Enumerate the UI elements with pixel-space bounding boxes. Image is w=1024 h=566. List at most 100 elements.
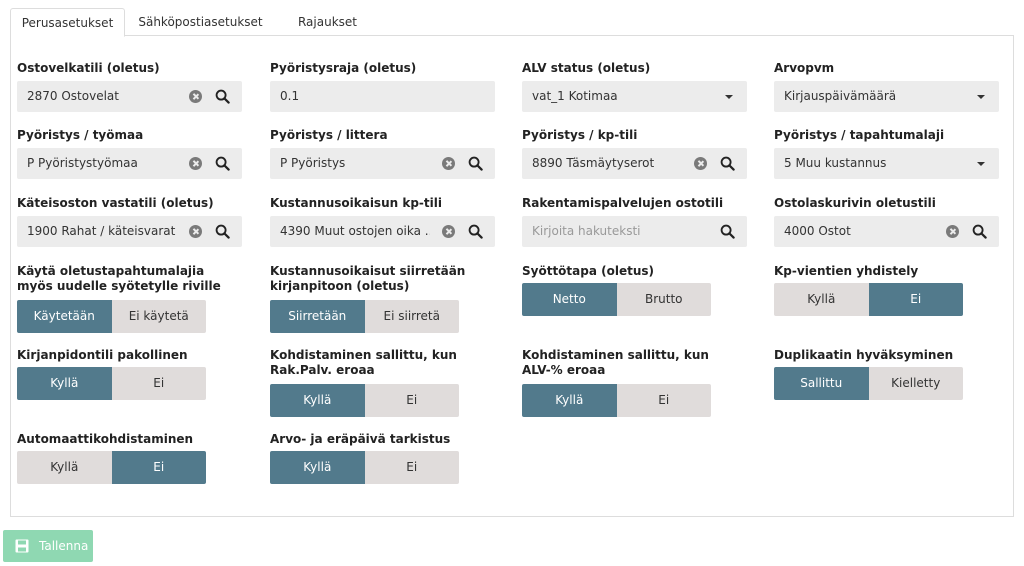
- pyoristysraja-value: 0.1: [280, 89, 300, 103]
- arvopvm-label: Arvopvm: [774, 61, 835, 75]
- duplikaatin-label: Duplikaatin hyväksyminen: [774, 348, 954, 362]
- syottotapa-toggle: Netto Brutto: [522, 283, 711, 316]
- kohdistaminen-rak-option-kylla[interactable]: Kyllä: [270, 384, 365, 417]
- pyoristys-kptili-value: 8890 Täsmäytyserot: [532, 156, 655, 170]
- kohdistaminen-rak-toggle: Kyllä Ei: [270, 384, 459, 417]
- syottotapa-option-netto[interactable]: Netto: [522, 283, 617, 316]
- clear-icon[interactable]: [189, 90, 202, 103]
- kayta-oletus-label: Käytä oletustapahtumalajia myös uudelle …: [17, 264, 221, 293]
- tab-perusasetukset[interactable]: Perusasetukset: [10, 8, 125, 37]
- kohdistaminen-alv-option-kylla[interactable]: Kyllä: [522, 384, 617, 417]
- kateisoston-vastatili-value: 1900 Rahat / käteisvarat: [27, 224, 176, 238]
- clear-icon[interactable]: [189, 225, 202, 238]
- ostovelkatili-field[interactable]: 2870 Ostovelat: [17, 81, 242, 112]
- clear-icon[interactable]: [189, 157, 202, 170]
- kp-vientien-label: Kp-vientien yhdistely: [774, 264, 919, 278]
- search-icon[interactable]: [468, 224, 483, 239]
- automaatti-option-ei[interactable]: Ei: [111, 451, 206, 484]
- kustannusoikaisut-option-siirretaan[interactable]: Siirretään: [270, 300, 365, 333]
- kirjanpitotili-option-ei[interactable]: Ei: [111, 367, 206, 400]
- pyoristys-tyomaa-label: Pyöristys / työmaa: [17, 128, 144, 142]
- ostovelkatili-value: 2870 Ostovelat: [27, 89, 119, 103]
- kp-vientien-toggle: Kyllä Ei: [774, 283, 963, 316]
- kirjanpitotili-option-kylla[interactable]: Kyllä: [17, 367, 112, 400]
- kayta-oletus-option-ei-kayteta[interactable]: Ei käytetä: [111, 300, 206, 333]
- rakentamispalvelujen-ostotili-search[interactable]: Kirjoita hakuteksti: [522, 216, 747, 247]
- duplikaatin-option-kielletty[interactable]: Kielletty: [868, 367, 963, 400]
- syottotapa-label: Syöttötapa (oletus): [522, 264, 655, 278]
- tab-sahkopostiasetukset[interactable]: Sähköpostiasetukset: [128, 8, 273, 37]
- ostolaskurivin-oletustili-value: 4000 Ostot: [784, 224, 851, 238]
- pyoristys-littera-field[interactable]: P Pyöristys: [270, 148, 495, 179]
- arvo-erapaiva-option-kylla[interactable]: Kyllä: [270, 451, 365, 484]
- pyoristys-tyomaa-value: P Pyöristystyömaa: [27, 156, 138, 170]
- pyoristys-tapahtumalaji-value: 5 Muu kustannus: [784, 156, 887, 170]
- kustannusoikaisut-option-ei-siirreta[interactable]: Ei siirretä: [364, 300, 459, 333]
- clear-icon[interactable]: [694, 157, 707, 170]
- search-icon[interactable]: [215, 89, 230, 104]
- search-icon[interactable]: [468, 156, 483, 171]
- floppy-disk-icon: [15, 539, 29, 553]
- automaatti-toggle: Kyllä Ei: [17, 451, 206, 484]
- pyoristys-tapahtumalaji-select[interactable]: 5 Muu kustannus: [774, 148, 999, 179]
- arvo-erapaiva-option-ei[interactable]: Ei: [364, 451, 459, 484]
- ostolaskurivin-oletustili-field[interactable]: 4000 Ostot: [774, 216, 999, 247]
- search-icon[interactable]: [215, 224, 230, 239]
- duplikaatin-option-sallittu[interactable]: Sallittu: [774, 367, 869, 400]
- pyoristysraja-label: Pyöristysraja (oletus): [270, 61, 417, 75]
- kateisoston-vastatili-field[interactable]: 1900 Rahat / käteisvarat: [17, 216, 242, 247]
- syottotapa-option-brutto[interactable]: Brutto: [616, 283, 711, 316]
- kustannusoikaisun-kptili-value: 4390 Muut ostojen oika ...: [280, 224, 430, 238]
- kp-vientien-option-kylla[interactable]: Kyllä: [774, 283, 869, 316]
- arvopvm-select[interactable]: Kirjauspäivämäärä: [774, 81, 999, 112]
- arvo-erapaiva-label: Arvo- ja eräpäivä tarkistus: [270, 432, 451, 446]
- clear-icon[interactable]: [946, 225, 959, 238]
- pyoristys-tapahtumalaji-label: Pyöristys / tapahtumalaji: [774, 128, 945, 142]
- kustannusoikaisut-label: Kustannusoikaisut siirretään kirjanpitoo…: [270, 264, 466, 293]
- arvopvm-value: Kirjauspäivämäärä: [784, 89, 897, 103]
- kohdistaminen-rak-option-ei[interactable]: Ei: [364, 384, 459, 417]
- duplikaatin-toggle: Sallittu Kielletty: [774, 367, 963, 400]
- arvo-erapaiva-toggle: Kyllä Ei: [270, 451, 459, 484]
- automaatti-option-kylla[interactable]: Kyllä: [17, 451, 112, 484]
- alv-status-label: ALV status (oletus): [522, 61, 651, 75]
- ostovelkatili-label: Ostovelkatili (oletus): [17, 61, 160, 75]
- pyoristys-kptili-label: Pyöristys / kp-tili: [522, 128, 638, 142]
- rakentamispalvelujen-ostotili-label: Rakentamispalvelujen ostotili: [522, 196, 724, 210]
- kohdistaminen-rak-label: Kohdistaminen sallittu, kun Rak.Palv. er…: [270, 348, 457, 377]
- clear-icon[interactable]: [442, 225, 455, 238]
- pyoristysraja-input[interactable]: 0.1: [270, 81, 495, 112]
- kayta-oletus-option-kaytetaan[interactable]: Käytetään: [17, 300, 112, 333]
- kp-vientien-option-ei[interactable]: Ei: [868, 283, 963, 316]
- tab-bar: Perusasetukset Sähköpostiasetukset Rajau…: [10, 8, 1014, 37]
- tab-rajaukset[interactable]: Rajaukset: [275, 8, 380, 37]
- search-icon[interactable]: [720, 224, 735, 239]
- kirjanpitotili-toggle: Kyllä Ei: [17, 367, 206, 400]
- kustannusoikaisun-kptili-label: Kustannusoikaisun kp-tili: [270, 196, 442, 210]
- search-icon[interactable]: [720, 156, 735, 171]
- rakentamispalvelujen-ostotili-placeholder: Kirjoita hakuteksti: [532, 224, 641, 238]
- save-button[interactable]: Tallenna: [3, 530, 93, 562]
- kohdistaminen-alv-toggle: Kyllä Ei: [522, 384, 711, 417]
- kirjanpitotili-label: Kirjanpidontili pakollinen: [17, 348, 188, 362]
- kustannusoikaisun-kptili-field[interactable]: 4390 Muut ostojen oika ...: [270, 216, 495, 247]
- pyoristys-tyomaa-field[interactable]: P Pyöristystyömaa: [17, 148, 242, 179]
- pyoristys-littera-value: P Pyöristys: [280, 156, 346, 170]
- automaatti-label: Automaattikohdistaminen: [17, 432, 194, 446]
- pyoristys-kptili-field[interactable]: 8890 Täsmäytyserot: [522, 148, 747, 179]
- pyoristys-littera-label: Pyöristys / littera: [270, 128, 388, 142]
- chevron-down-icon: [977, 162, 985, 166]
- kohdistaminen-alv-label: Kohdistaminen sallittu, kun ALV-% eroaa: [522, 348, 709, 377]
- alv-status-value: vat_1 Kotimaa: [532, 89, 618, 103]
- kustannusoikaisut-toggle: Siirretään Ei siirretä: [270, 300, 459, 333]
- kateisoston-vastatili-label: Käteisoston vastatili (oletus): [17, 196, 214, 210]
- search-icon[interactable]: [215, 156, 230, 171]
- clear-icon[interactable]: [442, 157, 455, 170]
- chevron-down-icon: [725, 95, 733, 99]
- search-icon[interactable]: [972, 224, 987, 239]
- ostolaskurivin-oletustili-label: Ostolaskurivin oletustili: [774, 196, 936, 210]
- kohdistaminen-alv-option-ei[interactable]: Ei: [616, 384, 711, 417]
- chevron-down-icon: [977, 95, 985, 99]
- kayta-oletus-toggle: Käytetään Ei käytetä: [17, 300, 206, 333]
- alv-status-select[interactable]: vat_1 Kotimaa: [522, 81, 747, 112]
